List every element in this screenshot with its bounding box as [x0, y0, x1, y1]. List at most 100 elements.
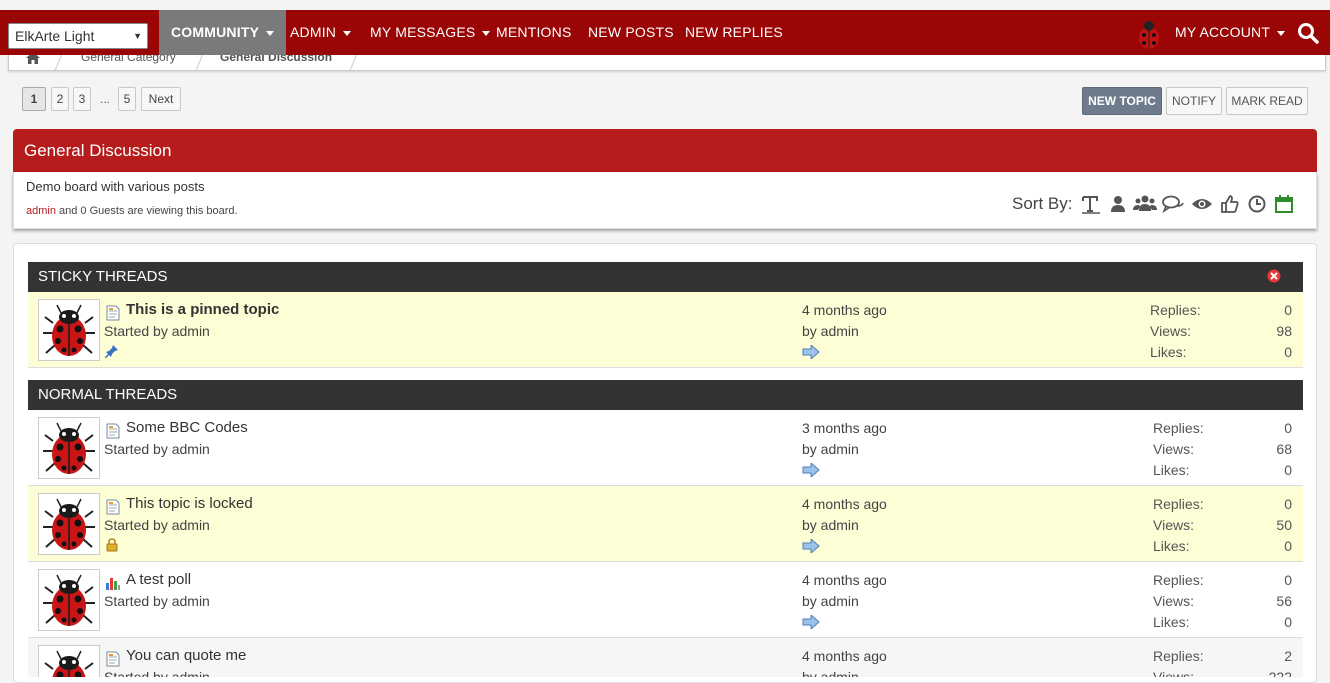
topic-row[interactable]: You can quote me Started by admin 4 mont…: [28, 638, 1303, 677]
collapse-close-icon[interactable]: [1267, 269, 1281, 283]
topic-document-icon: [106, 499, 120, 515]
board-description: Demo board with various posts: [26, 179, 205, 194]
views-count: 56: [1276, 593, 1292, 609]
home-icon[interactable]: [26, 55, 40, 64]
nav-community[interactable]: COMMUNITY: [159, 10, 287, 55]
breadcrumb: General Category General Discussion: [8, 55, 1326, 71]
sticky-threads-title: STICKY THREADS: [38, 268, 168, 285]
replies-count: 0: [1284, 572, 1292, 588]
sort-likes-icon[interactable]: [1220, 194, 1240, 214]
replies-count: 0: [1284, 420, 1292, 436]
topic-row[interactable]: A test poll Started by admin 4 months ag…: [28, 562, 1303, 638]
viewer-user-link[interactable]: admin: [26, 205, 56, 217]
breadcrumb-separator: [195, 55, 204, 70]
topic-title-link[interactable]: This is a pinned topic: [126, 301, 279, 318]
viewer-text: and 0 Guests are viewing this board.: [55, 205, 238, 217]
last-post-author: by admin: [802, 593, 859, 609]
account-avatar[interactable]: [1136, 18, 1162, 50]
replies-count: 0: [1284, 496, 1292, 512]
topic-title-link[interactable]: A test poll: [126, 571, 191, 588]
ladybug-avatar-icon: [43, 574, 95, 626]
caret-down-icon: [266, 30, 275, 36]
sort-by-label: Sort By:: [1012, 194, 1073, 213]
views-label: Views:: [1153, 517, 1194, 533]
page-link-1[interactable]: 1: [22, 87, 46, 111]
pin-icon: [105, 345, 118, 358]
views-label: Views:: [1153, 593, 1194, 609]
sort-last-poster-icon[interactable]: [1133, 194, 1157, 214]
avatar[interactable]: [38, 645, 100, 677]
goto-last-post-icon[interactable]: [802, 345, 820, 359]
sort-replies-icon[interactable]: [1162, 194, 1184, 214]
last-post-author: by admin: [802, 323, 859, 339]
topic-row[interactable]: This is a pinned topic Started by admin …: [28, 292, 1303, 368]
mark-read-button[interactable]: MARK READ: [1226, 87, 1308, 115]
nav-mentions-label: MENTIONS: [496, 24, 572, 40]
goto-last-post-icon[interactable]: [802, 615, 820, 629]
breadcrumb-general-discussion[interactable]: General Discussion: [220, 55, 332, 64]
topic-row[interactable]: Some BBC Codes Started by admin 3 months…: [28, 410, 1303, 486]
nav-my-messages[interactable]: MY MESSAGES: [370, 10, 491, 55]
sort-time-icon[interactable]: [1247, 194, 1267, 214]
breadcrumb-general-category[interactable]: General Category: [81, 55, 176, 64]
nav-my-messages-label: MY MESSAGES: [370, 24, 476, 40]
nav-my-account-label: MY ACCOUNT: [1175, 24, 1271, 40]
likes-label: Likes:: [1153, 462, 1190, 478]
nav-admin[interactable]: ADMIN: [290, 10, 352, 55]
avatar[interactable]: [38, 299, 100, 361]
page-link-5[interactable]: 5: [118, 87, 136, 111]
nav-new-posts[interactable]: NEW POSTS: [588, 10, 674, 55]
top-strip: [0, 0, 1330, 10]
avatar[interactable]: [38, 569, 100, 631]
replies-count: 0: [1284, 302, 1292, 318]
nav-admin-label: ADMIN: [290, 24, 337, 40]
page-link-2[interactable]: 2: [51, 87, 69, 111]
topic-title-link[interactable]: This topic is locked: [126, 495, 253, 512]
last-post-author: by admin: [802, 517, 859, 533]
views-label: Views:: [1153, 669, 1194, 677]
topic-title-link[interactable]: Some BBC Codes: [126, 419, 248, 436]
sticky-threads-header: STICKY THREADS: [28, 262, 1303, 292]
nav-new-replies[interactable]: NEW REPLIES: [685, 10, 783, 55]
replies-label: Replies:: [1153, 496, 1204, 512]
goto-last-post-icon[interactable]: [802, 463, 820, 477]
sort-views-icon[interactable]: [1191, 194, 1213, 214]
ladybug-avatar-icon: [43, 304, 95, 356]
theme-select[interactable]: ElkArte Light ▼: [8, 23, 148, 49]
likes-count: 0: [1284, 538, 1292, 554]
views-label: Views:: [1150, 323, 1191, 339]
views-count: 50: [1276, 517, 1292, 533]
lock-icon: [106, 538, 118, 552]
likes-label: Likes:: [1153, 538, 1190, 554]
sort-calendar-icon[interactable]: [1274, 194, 1294, 214]
sort-starter-icon[interactable]: [1108, 194, 1128, 214]
replies-label: Replies:: [1150, 302, 1201, 318]
topic-row[interactable]: This topic is locked Started by admin 4 …: [28, 486, 1303, 562]
nav-community-label: COMMUNITY: [171, 24, 260, 40]
topic-title-link[interactable]: You can quote me: [126, 647, 246, 664]
new-topic-button[interactable]: NEW TOPIC: [1082, 87, 1162, 115]
goto-last-post-icon[interactable]: [802, 539, 820, 553]
avatar[interactable]: [38, 417, 100, 479]
replies-label: Replies:: [1153, 420, 1204, 436]
caret-down-icon: [1277, 30, 1286, 36]
notify-button[interactable]: NOTIFY: [1166, 87, 1222, 115]
page-link-3[interactable]: 3: [73, 87, 91, 111]
nav-mentions[interactable]: MENTIONS: [496, 10, 572, 55]
page-next[interactable]: Next: [141, 87, 181, 111]
views-label: Views:: [1153, 441, 1194, 457]
views-count: 68: [1276, 441, 1292, 457]
topic-starter: Started by admin: [104, 593, 210, 609]
sort-subject-icon[interactable]: [1081, 194, 1101, 214]
ladybug-avatar-icon: [43, 498, 95, 550]
search-icon[interactable]: [1297, 22, 1319, 44]
topic-document-icon: [106, 651, 120, 667]
chevron-down-icon: ▼: [133, 31, 142, 41]
avatar[interactable]: [38, 493, 100, 555]
board-title: General Discussion: [13, 129, 1317, 172]
likes-count: 0: [1284, 462, 1292, 478]
poll-icon: [106, 578, 120, 590]
normal-threads-title: NORMAL THREADS: [38, 386, 178, 403]
nav-my-account[interactable]: MY ACCOUNT: [1175, 10, 1286, 55]
replies-count: 2: [1284, 648, 1292, 664]
